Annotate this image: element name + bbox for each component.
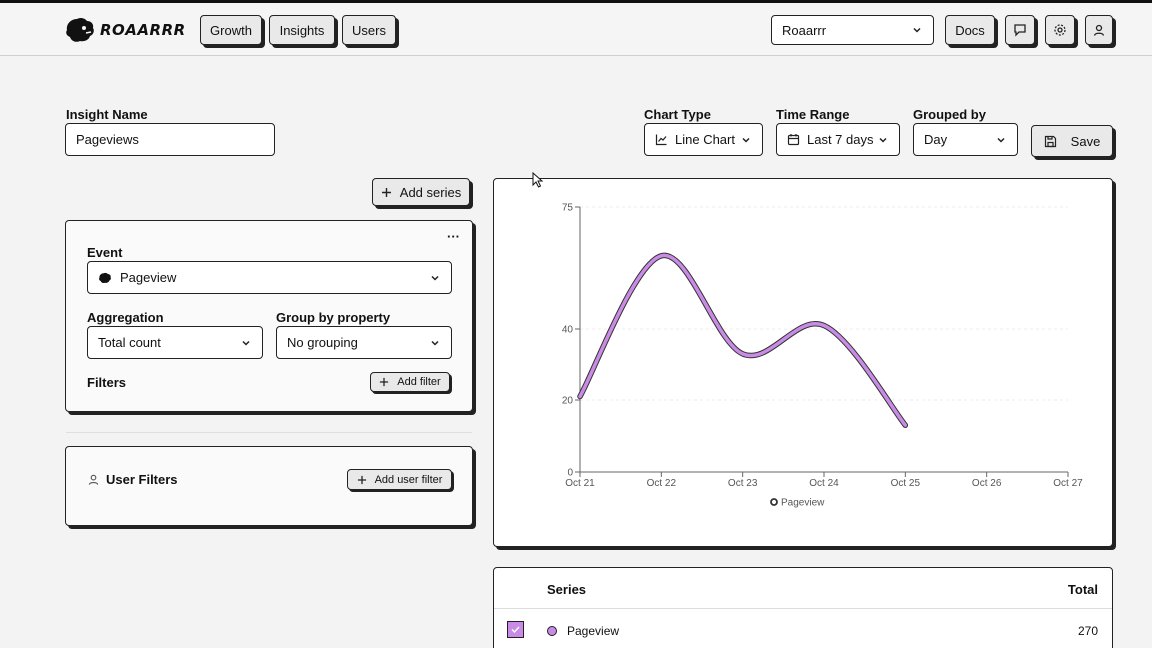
chart-axes (579, 207, 1068, 473)
lion-event-icon (98, 272, 112, 284)
tab-label: Growth (210, 22, 252, 38)
project-select[interactable]: Roaarrr (771, 15, 934, 45)
chevron-down-icon (740, 134, 752, 146)
add-filter-button[interactable]: Add filter (370, 372, 450, 392)
aggregation-label: Aggregation (87, 310, 164, 325)
gear-icon (1053, 23, 1067, 37)
divider (66, 432, 472, 433)
chevron-down-icon (429, 272, 441, 284)
x-tick-label: Oct 22 (647, 478, 677, 489)
line-chart: 0 20 40 75 Oct 21 Oct 22 Oct 23 Oct 24 Oct 25 Oct… (562, 203, 1083, 509)
brand-name: ROAARRR (100, 21, 186, 39)
plus-icon (379, 377, 389, 387)
y-tick-label: 20 (562, 396, 574, 407)
chevron-down-icon (429, 337, 441, 349)
x-tick-label: Oct 26 (972, 478, 1002, 489)
time-range-label: Time Range (776, 107, 850, 122)
plus-icon (357, 475, 367, 485)
chart-grid (580, 206, 1068, 401)
chart-type-value: Line Chart (675, 132, 735, 147)
tab-users[interactable]: Users (342, 15, 396, 45)
event-label: Event (87, 245, 123, 260)
x-tick-label: Oct 21 (565, 478, 595, 489)
legend-marker (770, 498, 778, 506)
column-header-series: Series (547, 582, 587, 597)
filters-label: Filters (87, 375, 127, 390)
time-range-value: Last 7 days (807, 132, 874, 147)
column-header-total: Total (1067, 582, 1098, 597)
more-options-icon[interactable]: ··· (447, 229, 460, 244)
add-user-filter-label: Add user filter (374, 473, 443, 486)
y-tick-label: 40 (562, 325, 574, 336)
grouped-by-label: Grouped by (913, 107, 986, 122)
x-tick-label: Oct 24 (809, 478, 839, 489)
line-chart-icon (655, 133, 668, 146)
aggregation-select[interactable]: Total count (87, 326, 263, 359)
tab-insights[interactable]: Insights (269, 15, 335, 45)
add-series-button[interactable]: Add series (372, 178, 470, 206)
save-label: Save (1070, 133, 1101, 149)
chevron-down-icon (240, 337, 252, 349)
user-filters-card: User Filters Add user filter (65, 446, 473, 526)
mouse-cursor-icon (532, 172, 544, 188)
event-select[interactable]: Pageview (87, 261, 452, 294)
y-tick-label: 75 (562, 203, 574, 214)
tab-label: Insights (279, 22, 325, 38)
table-row[interactable]: Pageview 270 (494, 609, 1112, 648)
settings-button[interactable] (1045, 15, 1075, 45)
series-total: 270 (1077, 624, 1098, 638)
aggregation-value: Total count (98, 335, 161, 350)
brand-logo[interactable]: ROAARRR (64, 16, 186, 44)
chevron-down-icon (877, 134, 889, 146)
chart-ticks: 0 20 40 75 Oct 21 Oct 22 Oct 23 Oct 24 Oct 25 Oct… (562, 203, 1083, 490)
insight-name-input[interactable]: Pageviews (65, 123, 275, 156)
chart-legend: Pageview (770, 498, 825, 509)
series-table: Series Total Pageview 270 (493, 567, 1113, 648)
add-filter-label: Add filter (397, 376, 441, 388)
x-tick-label: Oct 23 (728, 478, 758, 489)
event-value: Pageview (120, 270, 177, 285)
project-value: Roaarrr (782, 22, 827, 38)
user-icon (87, 473, 100, 486)
group-by-value: No grouping (287, 335, 358, 350)
tab-label: Users (352, 22, 386, 38)
floppy-disk-icon (1044, 135, 1057, 148)
profile-button[interactable] (1085, 15, 1113, 45)
add-user-filter-button[interactable]: Add user filter (347, 469, 452, 490)
legend-label: Pageview (781, 498, 825, 509)
calendar-icon (787, 133, 800, 146)
add-series-label: Add series (399, 184, 462, 200)
check-icon (511, 626, 520, 634)
grouped-by-value: Day (924, 132, 948, 147)
chart-type-select[interactable]: Line Chart (644, 123, 763, 156)
insight-name-value: Pageviews (76, 132, 139, 147)
user-icon (1092, 23, 1106, 37)
lion-logo-icon (66, 17, 94, 42)
grouped-by-select[interactable]: Day (913, 123, 1018, 156)
chart-type-label: Chart Type (644, 107, 711, 122)
group-by-label: Group by property (276, 310, 391, 325)
feedback-button[interactable] (1005, 15, 1035, 45)
time-range-select[interactable]: Last 7 days (776, 123, 900, 156)
series-name: Pageview (567, 624, 620, 638)
chat-icon (1013, 23, 1027, 37)
row-checkbox[interactable] (507, 621, 524, 638)
chart-card: 0 20 40 75 Oct 21 Oct 22 Oct 23 Oct 24 Oct 25 Oct… (493, 178, 1113, 547)
top-nav-bar: ROAARRR Growth Insights Users Roaarrr Do… (0, 0, 1152, 56)
chevron-down-icon (911, 24, 923, 36)
save-button[interactable]: Save (1031, 125, 1113, 157)
y-tick-label: 0 (567, 468, 573, 479)
series-card: ··· Event Pageview Aggregation Total cou… (65, 220, 473, 412)
group-by-select[interactable]: No grouping (276, 326, 452, 359)
tab-growth[interactable]: Growth (200, 15, 262, 45)
x-tick-label: Oct 25 (891, 478, 921, 489)
docs-label: Docs (955, 22, 985, 38)
docs-button[interactable]: Docs (945, 15, 995, 45)
x-tick-label: Oct 27 (1053, 478, 1083, 489)
insight-name-label: Insight Name (66, 107, 148, 122)
series-color-dot (547, 626, 557, 636)
user-filters-title: User Filters (106, 472, 178, 487)
plus-icon (381, 187, 392, 198)
chevron-down-icon (995, 134, 1007, 146)
